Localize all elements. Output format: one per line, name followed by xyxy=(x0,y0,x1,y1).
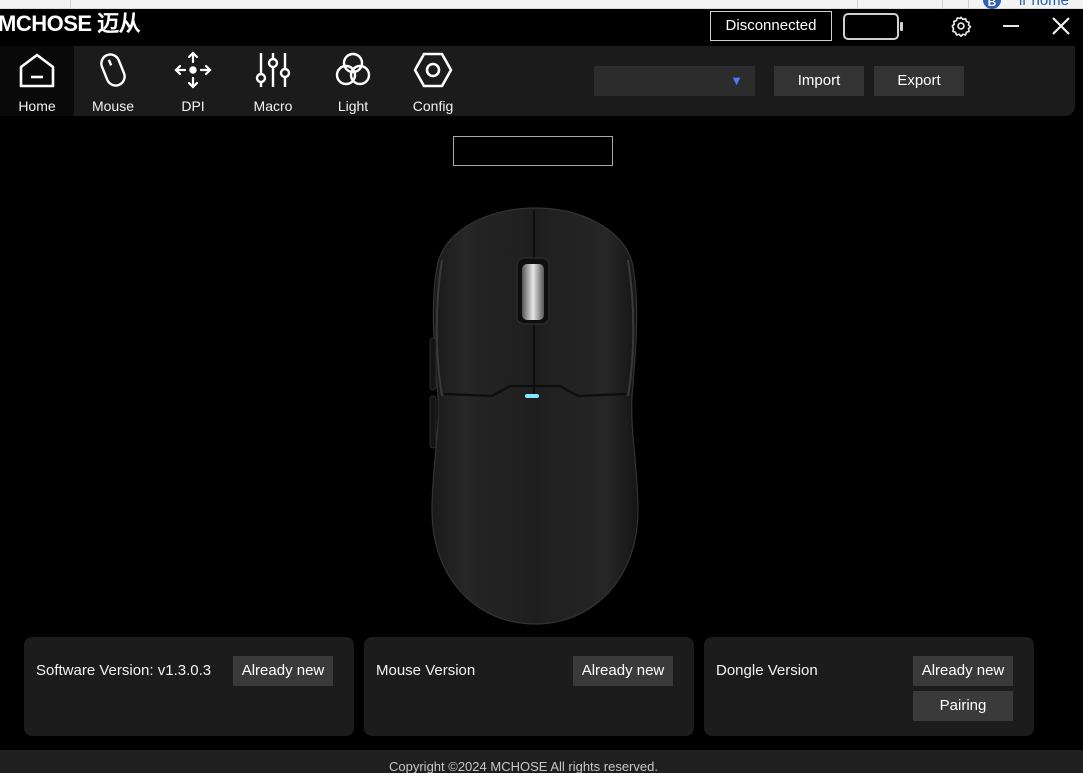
divider xyxy=(857,0,858,9)
nav-mouse[interactable]: Mouse xyxy=(76,46,150,116)
export-button[interactable]: Export xyxy=(874,66,964,96)
hexagon-nut-icon xyxy=(413,52,453,88)
mouse-update-button[interactable]: Already new xyxy=(573,656,673,686)
pairing-button[interactable]: Pairing xyxy=(913,691,1013,721)
connection-status: Disconnected xyxy=(710,11,832,41)
divider xyxy=(942,0,943,9)
software-version-label: Software Version: v1.3.0.3 xyxy=(36,662,212,679)
nav-home-label: Home xyxy=(18,98,56,114)
settings-button[interactable] xyxy=(947,12,975,40)
mouse-icon xyxy=(100,53,126,87)
nav-light[interactable]: Light xyxy=(316,46,390,116)
nav-dpi[interactable]: DPI xyxy=(156,46,230,116)
nav-config-label: Config xyxy=(412,98,454,114)
main-navigation: Home Mouse DPI Macro Light Config ▼ Impo… xyxy=(0,46,1075,116)
background-window-strip: B ir nome xyxy=(0,0,1083,9)
sliders-icon xyxy=(255,53,291,87)
divider xyxy=(968,0,969,9)
battery-icon xyxy=(843,13,903,40)
mouse-version-card: Mouse Version Already new xyxy=(364,637,694,736)
close-button[interactable] xyxy=(1047,12,1075,40)
background-window-text: ir nome xyxy=(1019,0,1070,9)
software-version-card: Software Version: v1.3.0.3 Already new xyxy=(24,637,354,736)
minimize-button[interactable] xyxy=(997,12,1025,40)
import-button[interactable]: Import xyxy=(774,66,864,96)
dpi-move-icon xyxy=(174,51,212,89)
nav-dpi-label: DPI xyxy=(181,98,205,114)
device-name-field[interactable] xyxy=(453,136,613,166)
dongle-version-card: Dongle Version Already new Pairing xyxy=(704,637,1034,736)
mouse-image xyxy=(429,207,639,625)
rgb-circles-icon xyxy=(335,52,371,86)
home-icon xyxy=(19,53,55,88)
app-logo: MCHOSE 迈从 xyxy=(0,11,141,36)
profile-dropdown[interactable]: ▼ xyxy=(594,66,755,96)
close-icon xyxy=(1052,17,1070,35)
copyright-text: Copyright ©2024 MCHOSE All rights reserv… xyxy=(389,759,658,773)
nav-home[interactable]: Home xyxy=(0,46,74,116)
profile-avatar[interactable]: B xyxy=(983,0,1001,9)
chevron-down-icon: ▼ xyxy=(730,73,743,88)
minimize-icon xyxy=(1003,25,1019,27)
mouse-version-label: Mouse Version xyxy=(376,662,476,679)
divider xyxy=(70,0,71,9)
gear-icon xyxy=(951,16,972,37)
software-update-button[interactable]: Already new xyxy=(233,656,333,686)
nav-light-label: Light xyxy=(337,98,369,114)
footer: Copyright ©2024 MCHOSE All rights reserv… xyxy=(0,750,1083,773)
nav-macro[interactable]: Macro xyxy=(236,46,310,116)
nav-mouse-label: Mouse xyxy=(91,98,135,114)
dongle-update-button[interactable]: Already new xyxy=(913,656,1013,686)
nav-macro-label: Macro xyxy=(253,98,293,114)
nav-config[interactable]: Config xyxy=(396,46,470,116)
dongle-version-label: Dongle Version xyxy=(716,662,818,679)
